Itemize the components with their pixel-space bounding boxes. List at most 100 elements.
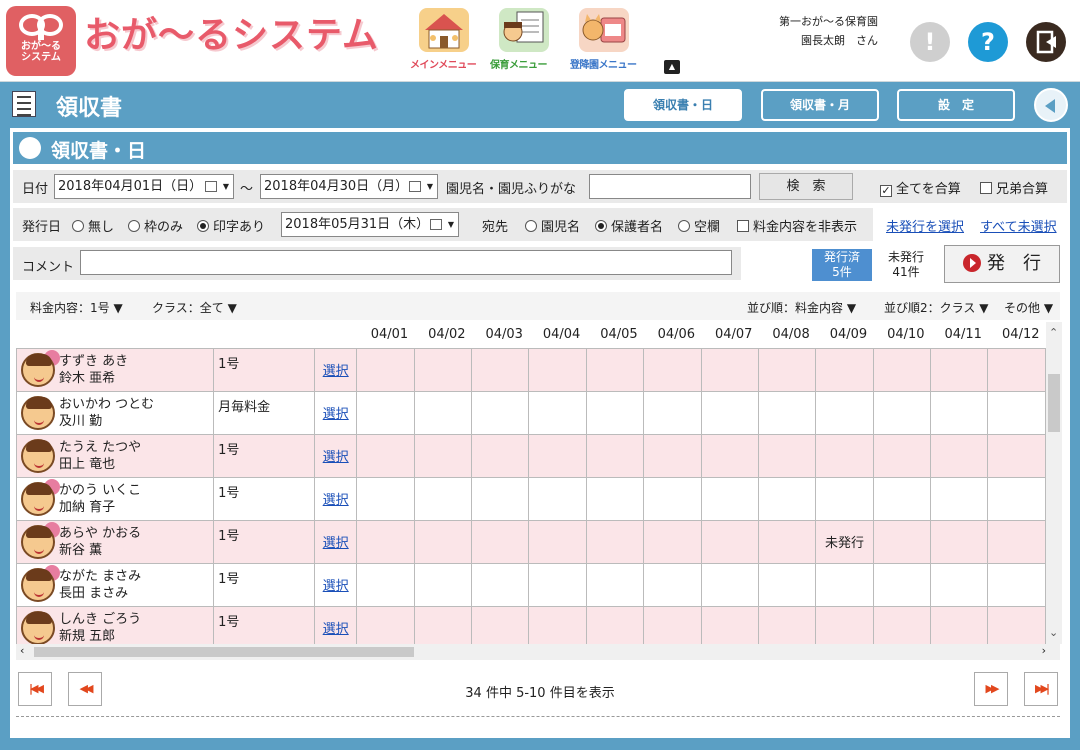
date-cell[interactable] — [987, 390, 1046, 435]
child-name-input[interactable] — [589, 174, 751, 199]
date-cell[interactable] — [413, 519, 473, 564]
sibling-sum-checkbox[interactable]: 兄弟合算 — [980, 178, 1048, 197]
date-cell[interactable] — [356, 390, 415, 435]
date-cell[interactable]: 未発行 — [815, 519, 874, 564]
date-cell[interactable] — [987, 562, 1046, 607]
issue-button[interactable]: 発 行 — [944, 245, 1060, 283]
date-cell[interactable] — [757, 390, 817, 435]
date-cell[interactable] — [987, 519, 1046, 564]
date-cell[interactable] — [643, 519, 702, 564]
date-cell[interactable] — [872, 433, 932, 478]
date-cell[interactable] — [528, 605, 587, 644]
radio-icon[interactable] — [525, 220, 537, 232]
date-cell[interactable] — [757, 562, 817, 607]
date-to-input[interactable]: 2018年04月30日（月） ▼ — [260, 174, 438, 199]
horizontal-scrollbar[interactable]: ‹ › — [16, 644, 1060, 660]
chevron-down-icon[interactable]: ▼ — [223, 175, 229, 198]
scroll-left-icon[interactable]: ‹ — [20, 644, 24, 657]
checkbox-icon[interactable] — [737, 220, 749, 232]
radio-selected-icon[interactable] — [595, 220, 607, 232]
select-link[interactable]: 選択 — [314, 433, 358, 478]
chevron-down-icon[interactable]: ▼ — [427, 175, 433, 198]
fee-filter-dropdown[interactable]: 料金内容：1号 ▼ — [30, 299, 123, 316]
issue-date-option-print[interactable]: 印字あり — [197, 216, 265, 235]
date-cell[interactable] — [930, 562, 989, 607]
date-cell[interactable] — [471, 562, 530, 607]
select-link[interactable]: 選択 — [314, 347, 358, 392]
date-cell[interactable] — [872, 390, 932, 435]
date-cell[interactable] — [413, 347, 473, 392]
destination-option-child[interactable]: 園児名 — [525, 216, 580, 235]
tab-receipt-month[interactable]: 領収書・月 — [761, 89, 879, 121]
class-filter-dropdown[interactable]: クラス：全て ▼ — [152, 299, 237, 316]
date-cell[interactable] — [757, 433, 817, 478]
chevron-down-icon[interactable]: ▼ — [448, 213, 454, 236]
date-cell[interactable] — [413, 562, 473, 607]
search-button[interactable]: 検 索 — [759, 173, 853, 200]
date-cell[interactable] — [872, 519, 932, 564]
scroll-thumb[interactable] — [1048, 374, 1060, 432]
date-cell[interactable] — [700, 519, 759, 564]
date-cell[interactable] — [815, 347, 874, 392]
date-cell[interactable] — [930, 476, 989, 521]
deselect-all-link[interactable]: すべて未選択 — [980, 216, 1057, 235]
sum-all-checkbox[interactable]: ✓ 全てを合算 — [880, 178, 961, 197]
date-cell[interactable] — [356, 347, 415, 392]
calendar-icon[interactable] — [409, 181, 421, 192]
radio-icon[interactable] — [128, 220, 140, 232]
date-cell[interactable] — [815, 433, 874, 478]
date-cell[interactable] — [528, 562, 587, 607]
date-cell[interactable] — [872, 605, 932, 644]
date-cell[interactable] — [528, 476, 587, 521]
hide-fee-checkbox[interactable]: 料金内容を非表示 — [737, 216, 857, 235]
date-cell[interactable] — [643, 476, 702, 521]
date-cell[interactable] — [356, 519, 415, 564]
vertical-scrollbar[interactable]: ⌃ ⌄ — [1046, 322, 1062, 644]
childcare-menu-button[interactable]: 保育メニュー — [490, 8, 558, 74]
date-cell[interactable] — [413, 476, 473, 521]
date-cell[interactable] — [930, 347, 989, 392]
date-cell[interactable] — [356, 433, 415, 478]
date-cell[interactable] — [585, 390, 645, 435]
date-cell[interactable] — [757, 476, 817, 521]
help-icon[interactable]: ? — [968, 22, 1008, 62]
date-cell[interactable] — [356, 476, 415, 521]
checkbox-icon[interactable] — [980, 182, 992, 194]
alert-icon[interactable]: ! — [910, 22, 950, 62]
date-cell[interactable] — [356, 562, 415, 607]
scroll-up-icon[interactable]: ⌃ — [1049, 326, 1058, 339]
date-cell[interactable] — [757, 519, 817, 564]
back-icon[interactable] — [1034, 88, 1068, 122]
date-cell[interactable] — [528, 390, 587, 435]
date-cell[interactable] — [643, 347, 702, 392]
date-cell[interactable] — [528, 347, 587, 392]
date-cell[interactable] — [987, 347, 1046, 392]
attendance-menu-button[interactable]: 登降園メニュー — [570, 8, 638, 74]
date-cell[interactable] — [643, 605, 702, 644]
date-cell[interactable] — [471, 476, 530, 521]
tab-settings[interactable]: 設 定 — [897, 89, 1015, 121]
date-cell[interactable] — [700, 562, 759, 607]
date-cell[interactable] — [930, 433, 989, 478]
date-cell[interactable] — [585, 347, 645, 392]
last-page-button[interactable]: ▶▶| — [1024, 672, 1058, 706]
destination-option-guardian[interactable]: 保護者名 — [595, 216, 663, 235]
comment-input[interactable] — [80, 250, 732, 275]
date-cell[interactable] — [700, 347, 759, 392]
date-cell[interactable] — [585, 476, 645, 521]
date-cell[interactable] — [471, 390, 530, 435]
date-cell[interactable] — [815, 562, 874, 607]
sort2-dropdown[interactable]: 並び順2：クラス ▼ — [884, 299, 988, 316]
main-menu-button[interactable]: メインメニュー — [410, 8, 478, 74]
date-cell[interactable] — [930, 519, 989, 564]
calendar-icon[interactable] — [430, 219, 442, 230]
date-cell[interactable] — [987, 433, 1046, 478]
select-link[interactable]: 選択 — [314, 562, 358, 607]
date-cell[interactable] — [700, 476, 759, 521]
date-cell[interactable] — [356, 605, 415, 644]
next-page-button[interactable]: ▶▶ — [974, 672, 1008, 706]
issue-date-option-none[interactable]: 無し — [72, 216, 114, 235]
scroll-thumb[interactable] — [34, 647, 414, 657]
date-cell[interactable] — [585, 605, 645, 644]
radio-selected-icon[interactable] — [197, 220, 209, 232]
